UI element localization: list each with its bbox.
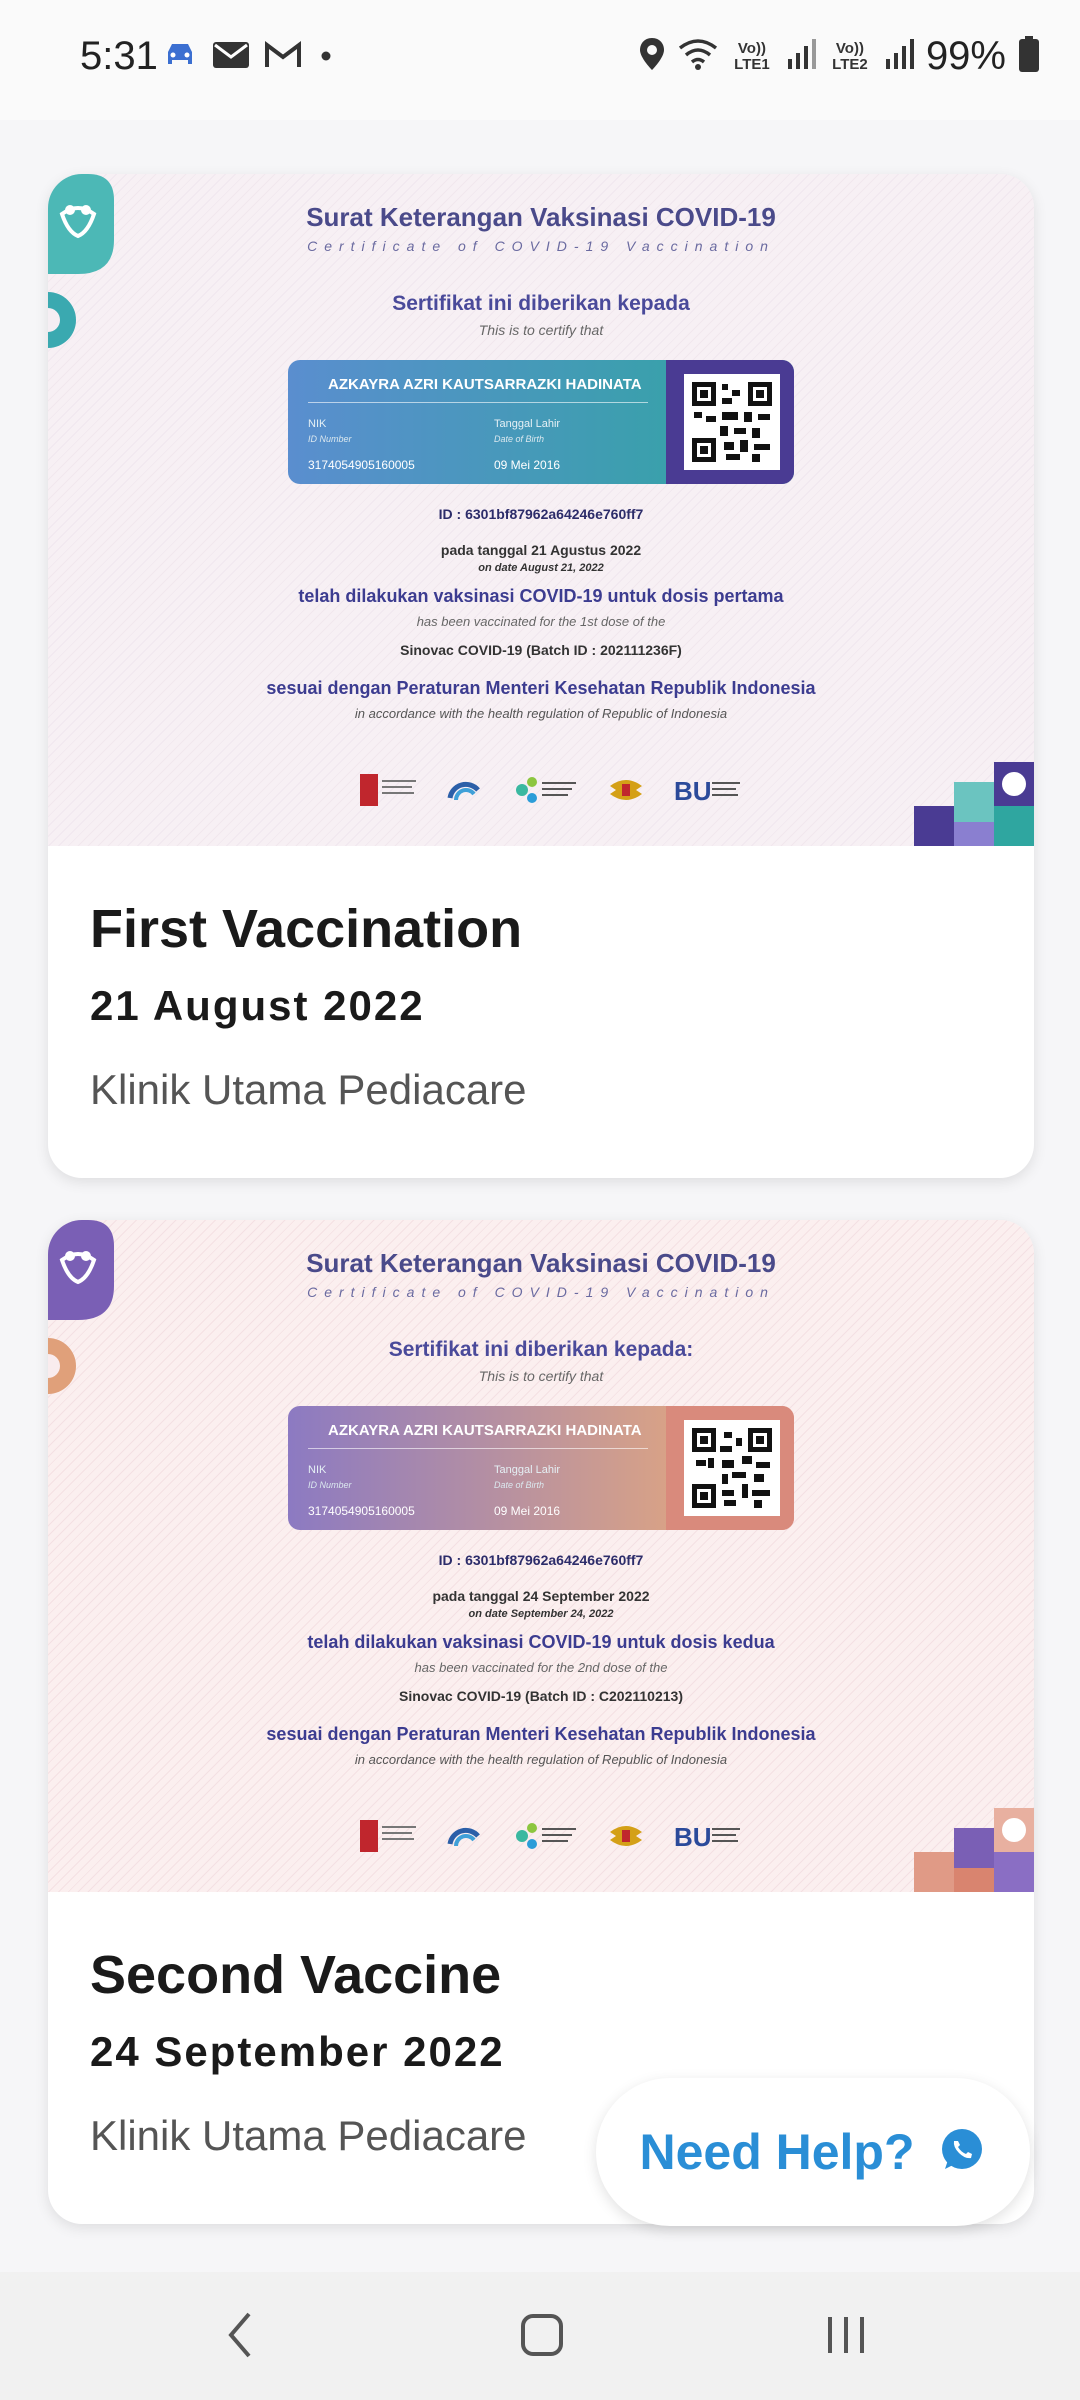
qr-panel xyxy=(666,360,794,484)
certificate-regulation-en: in accordance with the health regulation… xyxy=(354,1752,728,1767)
nik-label-en: ID Number xyxy=(308,1480,352,1490)
status-bar: 5:31 Vo)) LTE1 Vo)) LTE2 99% xyxy=(0,0,1080,120)
status-time: 5:31 xyxy=(80,34,158,78)
card-title: Second Vaccine xyxy=(90,1945,502,2005)
recents-button[interactable] xyxy=(806,2302,886,2372)
kpcpen-logo-icon xyxy=(360,774,416,806)
nik-label-en: ID Number xyxy=(308,434,352,444)
kpcpen-logo-icon xyxy=(360,1820,416,1852)
home-icon xyxy=(520,2313,564,2362)
network-label-1: Vo)) LTE1 xyxy=(734,39,770,73)
recents-icon xyxy=(824,2313,868,2362)
certificate-subtitle: Certificate of COVID-19 Vaccination xyxy=(307,238,775,254)
garuda-logo-icon xyxy=(610,1826,642,1846)
mail-icon xyxy=(212,40,250,75)
dob-label-en: Date of Birth xyxy=(494,434,545,444)
need-help-button[interactable]: Need Help? xyxy=(596,2078,1030,2226)
kominfo-logo-icon xyxy=(447,781,480,801)
certificate-certify-en: This is to certify that xyxy=(478,322,604,338)
card-date: 24 September 2022 xyxy=(90,2028,505,2075)
certificate-subtitle: Certificate of COVID-19 Vaccination xyxy=(307,1284,775,1300)
vaccination-card-1[interactable]: Surat Keterangan Vaksinasi COVID-19 Cert… xyxy=(48,174,1034,1178)
nik-value: 3174054905160005 xyxy=(308,458,415,472)
card-date: 21 August 2022 xyxy=(90,982,425,1029)
card-clinic: Klinik Utama Pediacare xyxy=(90,2112,527,2159)
certificate-date: pada tanggal 21 Agustus 2022 xyxy=(440,542,642,558)
qr-panel xyxy=(666,1406,794,1530)
card-body: First Vaccination 21 August 2022 Klinik … xyxy=(48,846,1034,1178)
certificate-dose-en: has been vaccinated for the 1st dose of … xyxy=(416,614,666,629)
certificate-image: Surat Keterangan Vaksinasi COVID-19 Cert… xyxy=(48,1220,1034,1892)
notification-icons xyxy=(162,40,336,75)
nik-value: 3174054905160005 xyxy=(308,1504,415,1518)
certificate-dose: telah dilakukan vaksinasi COVID-19 untuk… xyxy=(307,1632,775,1652)
need-help-label: Need Help? xyxy=(639,2124,915,2180)
battery-icon xyxy=(1018,35,1040,78)
nik-label: NIK xyxy=(308,418,327,430)
certificate-certify-en: This is to certify that xyxy=(478,1368,604,1384)
certificate-date: pada tanggal 24 September 2022 xyxy=(432,1588,650,1604)
kemenkes-logo-icon xyxy=(516,777,576,803)
back-button[interactable] xyxy=(200,2302,280,2372)
bumn-logo-icon: BU xyxy=(674,1822,740,1852)
certificate-regulation-en: in accordance with the health regulation… xyxy=(354,706,728,721)
certificate-given-to: Sertifikat ini diberikan kepada: xyxy=(388,1338,694,1361)
back-icon xyxy=(225,2310,255,2365)
qr-code-icon xyxy=(684,374,780,470)
garuda-logo-icon xyxy=(610,780,642,800)
certificate-date-en: on date September 24, 2022 xyxy=(468,1608,614,1620)
id-panel: AZKAYRA AZRI KAUTSARRAZKI HADINATA NIK I… xyxy=(288,1406,794,1530)
corner-decoration xyxy=(914,1808,1034,1892)
network-label-2: Vo)) LTE2 xyxy=(832,39,868,73)
car-icon xyxy=(162,40,198,75)
kemenkes-logo-icon xyxy=(516,1823,576,1849)
card-title: First Vaccination xyxy=(90,899,523,959)
kominfo-logo-icon xyxy=(447,1827,480,1847)
gmail-icon xyxy=(264,40,302,75)
certificate-title: Surat Keterangan Vaksinasi COVID-19 xyxy=(306,1248,776,1278)
svg-text:BU: BU xyxy=(674,1822,712,1852)
certificate-image: Surat Keterangan Vaksinasi COVID-19 Cert… xyxy=(48,174,1034,846)
holder-name: AZKAYRA AZRI KAUTSARRAZKI HADINATA xyxy=(328,1422,642,1439)
dot-icon xyxy=(316,40,336,75)
certificate-regulation: sesuai dengan Peraturan Menteri Kesehata… xyxy=(266,1724,816,1744)
certificate-dose-en: has been vaccinated for the 2nd dose of … xyxy=(414,1660,668,1675)
card-clinic: Klinik Utama Pediacare xyxy=(90,1066,527,1113)
location-icon xyxy=(638,36,666,77)
certificate-dose: telah dilakukan vaksinasi COVID-19 untuk… xyxy=(298,586,784,606)
nik-label: NIK xyxy=(308,1464,327,1476)
holder-name: AZKAYRA AZRI KAUTSARRAZKI HADINATA xyxy=(328,376,642,393)
signal-icon xyxy=(884,37,914,76)
certificate-logos: BU xyxy=(358,1816,742,1856)
corner-decoration xyxy=(914,762,1034,846)
dob-label-en: Date of Birth xyxy=(494,1480,545,1490)
system-icons: Vo)) LTE1 Vo)) LTE2 99% xyxy=(638,34,1040,79)
certificate-date-en: on date August 21, 2022 xyxy=(478,562,604,574)
signal-icon xyxy=(786,37,816,76)
certificate-regulation: sesuai dengan Peraturan Menteri Kesehata… xyxy=(266,678,816,698)
dob-value: 09 Mei 2016 xyxy=(494,458,561,472)
bumn-logo-icon: BU xyxy=(674,776,740,806)
certificate-title: Surat Keterangan Vaksinasi COVID-19 xyxy=(306,202,776,232)
battery-percent: 99% xyxy=(925,34,1006,78)
home-button[interactable] xyxy=(502,2302,582,2372)
certificate-id: ID : 6301bf87962a64246e760ff7 xyxy=(438,1552,644,1568)
dob-label: Tanggal Lahir xyxy=(494,418,561,430)
vaccination-card-2[interactable]: Surat Keterangan Vaksinasi COVID-19 Cert… xyxy=(48,1220,1034,2224)
certificate-id: ID : 6301bf87962a64246e760ff7 xyxy=(438,506,644,522)
navigation-bar xyxy=(0,2272,1080,2400)
certificate-logos: BU xyxy=(358,770,742,810)
certificate-batch: Sinovac COVID-19 (Batch ID : 202111236F) xyxy=(400,642,682,658)
dob-label: Tanggal Lahir xyxy=(494,1464,561,1476)
whatsapp-icon xyxy=(937,2125,987,2180)
wifi-icon xyxy=(678,36,718,77)
certificate-given-to: Sertifikat ini diberikan kepada xyxy=(392,292,690,315)
svg-text:BU: BU xyxy=(674,776,712,806)
qr-code-icon xyxy=(684,1420,780,1516)
dob-value: 09 Mei 2016 xyxy=(494,1504,561,1518)
id-panel: AZKAYRA AZRI KAUTSARRAZKI HADINATA NIK I… xyxy=(288,360,794,484)
certificate-batch: Sinovac COVID-19 (Batch ID : C202110213) xyxy=(398,1688,683,1704)
